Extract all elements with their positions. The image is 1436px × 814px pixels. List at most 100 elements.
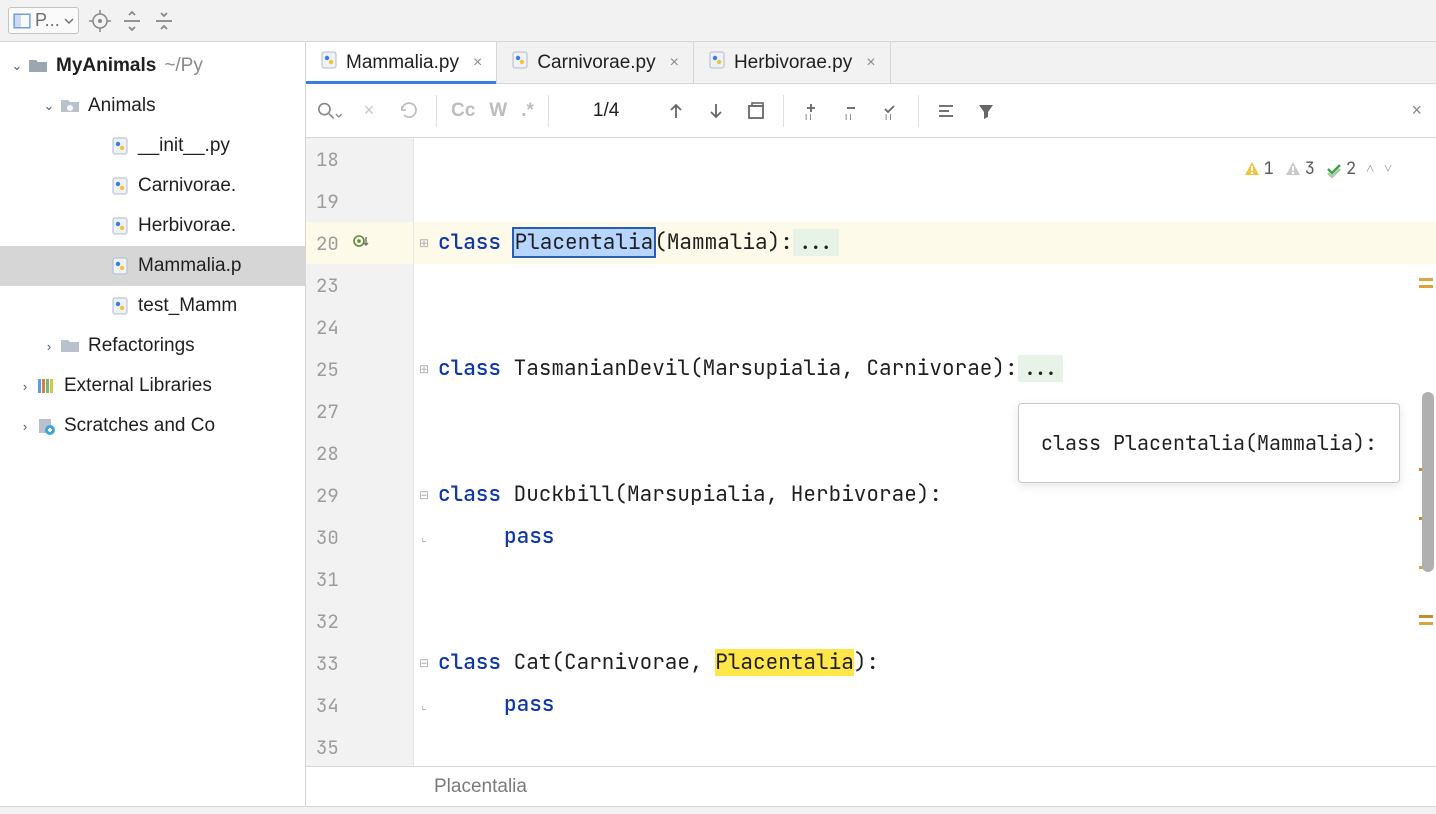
gutter: 18 19 20 23 24 25 27 28 29 30 31 32 33 3… <box>306 138 414 766</box>
folded-region[interactable]: ... <box>793 229 839 256</box>
fold-end-icon[interactable]: ⌞ <box>414 516 434 558</box>
line-number: 27 <box>316 399 342 424</box>
line-number: 31 <box>316 567 342 592</box>
chevron-down-icon[interactable]: ⌄ <box>8 58 26 74</box>
close-icon[interactable]: × <box>473 54 482 72</box>
chevron-up-icon[interactable]: ˄ <box>1366 148 1374 190</box>
next-match-icon[interactable] <box>703 98 729 124</box>
scrollbar-thumb[interactable] <box>1422 392 1434 572</box>
breadcrumb[interactable]: Placentalia <box>306 766 1436 806</box>
match-case-toggle[interactable]: Cc <box>451 100 475 122</box>
fold-expand-icon[interactable]: ⊞ <box>414 222 434 264</box>
override-gutter-icon[interactable] <box>352 231 370 256</box>
clear-search-icon[interactable]: × <box>356 98 382 124</box>
tree-root-path: ~/Py <box>164 55 203 77</box>
line-number: 35 <box>316 735 342 760</box>
python-file-icon <box>511 51 529 75</box>
line-number: 28 <box>316 441 342 466</box>
fold-collapse-icon[interactable]: ⊟ <box>414 642 434 684</box>
folded-region[interactable]: ... <box>1018 355 1064 382</box>
chevron-right-icon[interactable]: › <box>16 419 34 434</box>
chevron-down-icon[interactable]: ˅ <box>1384 148 1392 190</box>
editor-tabs: Mammalia.py × Carnivorae.py × Herbivorae… <box>306 42 1436 84</box>
tree-folder-label: Animals <box>88 95 156 117</box>
close-icon[interactable]: × <box>866 54 875 72</box>
line-number: 23 <box>316 273 342 298</box>
collapse-all-icon[interactable] <box>153 10 175 32</box>
chevron-right-icon[interactable]: › <box>16 379 34 394</box>
regex-toggle[interactable]: .* <box>521 100 534 122</box>
tree-external-libraries[interactable]: › External Libraries <box>0 366 305 406</box>
tree-file-init[interactable]: __init__.py <box>0 126 305 166</box>
prev-match-icon[interactable] <box>663 98 689 124</box>
chevron-down-icon[interactable]: ⌄ <box>40 98 58 114</box>
tree-file-carnivorae[interactable]: Carnivorae. <box>0 166 305 206</box>
inspections-widget[interactable]: 1 3 2 ˄ ˅ <box>1243 148 1392 190</box>
tree-file-mammalia[interactable]: Mammalia.p <box>0 246 305 286</box>
chevron-right-icon[interactable]: › <box>40 339 58 354</box>
tab-mammalia[interactable]: Mammalia.py × <box>306 42 497 83</box>
svg-text:I I: I I <box>805 113 812 122</box>
scratches-icon <box>34 417 58 435</box>
add-selection-icon[interactable]: I I <box>798 98 824 124</box>
settings-lines-icon[interactable] <box>933 98 959 124</box>
tree-folder-label: Refactorings <box>88 335 195 357</box>
tree-file-herbivorae[interactable]: Herbivorae. <box>0 206 305 246</box>
line-number: 19 <box>316 189 342 214</box>
line-number: 34 <box>316 693 342 718</box>
remove-selection-icon[interactable]: I I <box>838 98 864 124</box>
tree-file-label: Mammalia.p <box>138 255 241 277</box>
target-icon[interactable] <box>89 10 111 32</box>
tree-file-test[interactable]: test_Mamm <box>0 286 305 326</box>
error-stripe[interactable] <box>1412 138 1436 766</box>
tree-file-label: Herbivorae. <box>138 215 236 237</box>
dropdown-caret-icon <box>64 16 74 26</box>
line-number: 33 <box>316 651 342 676</box>
search-icon[interactable] <box>316 98 342 124</box>
top-toolbar: P... <box>0 0 1436 42</box>
expand-all-icon[interactable] <box>121 10 143 32</box>
select-all-occurrences-icon[interactable]: I I <box>878 98 904 124</box>
filter-icon[interactable] <box>973 98 999 124</box>
tree-root-label: MyAnimals <box>56 55 156 77</box>
python-file-icon <box>108 217 132 235</box>
close-find-bar-icon[interactable]: × <box>1411 100 1422 121</box>
close-icon[interactable]: × <box>670 54 679 72</box>
tab-carnivorae[interactable]: Carnivorae.py × <box>497 42 694 83</box>
breadcrumb-item[interactable]: Placentalia <box>434 776 527 798</box>
tree-root[interactable]: ⌄ MyAnimals ~/Py <box>0 46 305 86</box>
code-lens-tooltip: class Placentalia(Mammalia): <box>1018 403 1400 483</box>
warning-badge[interactable]: 1 <box>1243 148 1274 190</box>
folder-icon <box>26 58 50 74</box>
project-tree: ⌄ MyAnimals ~/Py ⌄ Animals __init__.py C… <box>0 42 306 806</box>
find-count: 1/4 <box>563 100 649 122</box>
code-content[interactable]: class Placentalia(Mammalia):... class Ta… <box>434 138 1436 766</box>
code-editor[interactable]: 18 19 20 23 24 25 27 28 29 30 31 32 33 3… <box>306 138 1436 766</box>
project-selector[interactable]: P... <box>8 7 79 34</box>
tree-folder-animals[interactable]: ⌄ Animals <box>0 86 305 126</box>
tree-label: Scratches and Co <box>64 415 215 437</box>
ok-badge[interactable]: 2 <box>1325 148 1356 190</box>
fold-end-icon[interactable]: ⌞ <box>414 684 434 726</box>
find-toolbar: × Cc W .* 1/4 I I <box>306 84 1436 138</box>
tree-scratches[interactable]: › Scratches and Co <box>0 406 305 446</box>
tree-folder-refactorings[interactable]: › Refactorings <box>0 326 305 366</box>
line-number: 20 <box>316 231 342 256</box>
weak-warning-badge[interactable]: 3 <box>1284 148 1315 190</box>
folder-icon <box>58 338 82 354</box>
line-number: 24 <box>316 315 342 340</box>
svg-text:I I: I I <box>845 113 852 122</box>
tree-file-label: __init__.py <box>138 135 230 157</box>
search-history-icon[interactable] <box>396 98 422 124</box>
line-number: 32 <box>316 609 342 634</box>
folder-icon <box>58 98 82 114</box>
fold-collapse-icon[interactable]: ⊟ <box>414 474 434 516</box>
tree-file-label: Carnivorae. <box>138 175 236 197</box>
fold-expand-icon[interactable]: ⊞ <box>414 348 434 390</box>
tree-file-label: test_Mamm <box>138 295 237 317</box>
words-toggle[interactable]: W <box>489 100 507 122</box>
tab-herbivorae[interactable]: Herbivorae.py × <box>694 42 891 83</box>
tab-label: Mammalia.py <box>346 52 459 74</box>
select-all-icon[interactable] <box>743 98 769 124</box>
tree-label: External Libraries <box>64 375 212 397</box>
